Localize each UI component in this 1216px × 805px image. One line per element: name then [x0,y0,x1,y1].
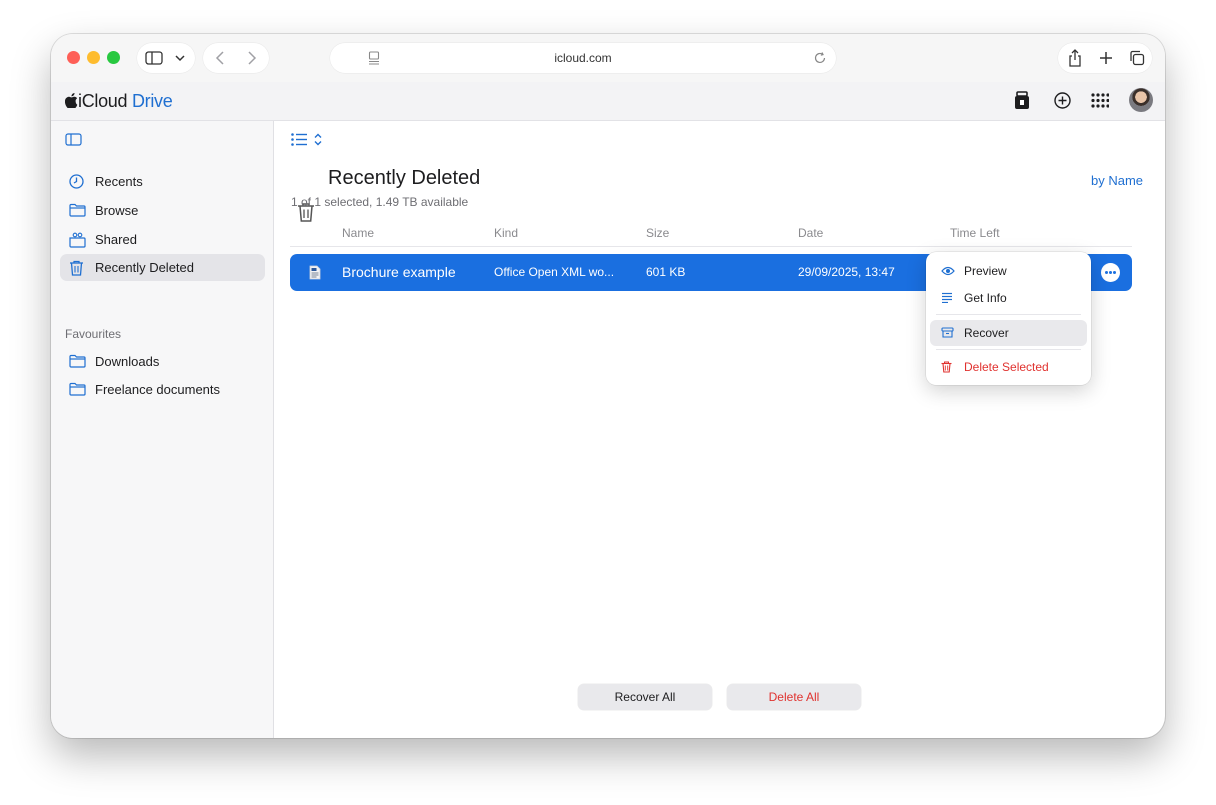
zoom-window-button[interactable] [107,51,120,64]
ellipsis-dot [1105,271,1108,274]
selection-status: 1 of 1 selected, 1.49 TB available [291,195,469,209]
menu-item-label: Delete Selected [964,360,1049,374]
sidebar-item-label: Shared [95,232,137,247]
sidebar-item-recently-deleted[interactable]: Recently Deleted [60,254,265,281]
folder-icon [69,354,86,368]
ellipsis-dot [1109,271,1112,274]
ellipsis-dot [1113,271,1116,274]
column-header-name[interactable]: Name [342,226,374,240]
sidebar-item-downloads[interactable]: Downloads [60,348,265,375]
row-date: 29/09/2025, 13:47 [798,265,895,279]
share-icon[interactable] [1068,49,1082,67]
sidebar-item-recents[interactable]: Recents [60,168,265,195]
main-content: Recently Deleted 1 of 1 selected, 1.49 T… [274,121,1165,738]
address-text: icloud.com [554,51,612,65]
close-window-button[interactable] [67,51,80,64]
forward-arrow-icon[interactable] [247,51,257,65]
column-header-size[interactable]: Size [646,226,669,240]
new-tab-icon[interactable] [1099,51,1113,65]
brand-drive: Drive [131,91,173,111]
list-view-icon [291,133,307,146]
eye-icon [941,266,955,276]
trash-icon [941,361,952,373]
address-bar[interactable]: icloud.com [330,43,836,73]
menu-item-delete-selected[interactable]: Delete Selected [930,354,1087,380]
document-icon [309,265,321,280]
tab-overview-icon[interactable] [1129,50,1145,66]
menu-item-preview[interactable]: Preview [930,258,1087,284]
app-grid-icon[interactable] [1091,93,1109,108]
context-menu: Preview Get Info Recover Delete Selected [926,252,1091,385]
sidebar-item-label: Downloads [95,354,160,369]
app-header: iCloud Drive [51,82,1165,121]
brand-icloud: iCloud [78,91,128,111]
sidebar-toggle-group[interactable] [137,43,195,73]
sidebar-icon[interactable] [145,51,163,65]
navigation-group [203,43,269,73]
avatar[interactable] [1129,88,1153,112]
recover-all-button[interactable]: Recover All [578,684,712,710]
browser-toolbar: icloud.com [51,34,1165,82]
menu-item-recover[interactable]: Recover [930,320,1087,346]
trash-icon [70,260,83,276]
sidebar-collapse-icon[interactable] [65,133,82,146]
info-lines-icon [942,292,952,303]
minimize-window-button[interactable] [87,51,100,64]
chevron-down-icon[interactable] [175,54,185,62]
sidebar-item-shared[interactable]: Shared [60,226,265,253]
sidebar-item-label: Freelance documents [95,382,221,397]
apple-logo-icon [64,93,78,109]
storage-icon[interactable] [1014,91,1030,110]
row-size: 601 KB [646,265,686,279]
browser-window: icloud.com iCloud Drive Recents Browse S… [51,34,1165,738]
delete-all-button[interactable]: Delete All [727,684,861,710]
reload-icon[interactable] [814,52,826,64]
column-header-time-left[interactable]: Time Left [950,226,1000,240]
sidebar-item-label: Recents [95,174,143,189]
page-title: Recently Deleted [328,167,481,189]
recover-box-icon [941,327,954,338]
menu-divider [936,349,1081,350]
sort-by-button[interactable]: by Name [1091,173,1143,188]
sort-arrows-icon [314,133,322,146]
favourites-heading: Favourites [65,327,122,341]
sidebar-item-browse[interactable]: Browse [60,197,265,224]
row-kind: Office Open XML wo... [494,265,615,279]
column-header-date[interactable]: Date [798,226,823,240]
app-logo[interactable]: iCloud Drive [64,91,173,112]
row-name: Brochure example [342,264,456,280]
view-options-button[interactable] [291,132,325,148]
window-actions-group [1058,43,1152,73]
folder-icon [69,203,86,217]
clock-icon [69,174,84,189]
add-circle-icon[interactable] [1054,92,1071,109]
menu-item-label: Recover [964,326,1009,340]
header-divider [290,246,1132,247]
menu-item-label: Preview [964,264,1007,278]
folder-icon [69,382,86,396]
more-options-button[interactable] [1101,263,1120,282]
column-header-kind[interactable]: Kind [494,226,518,240]
sidebar-item-label: Browse [95,203,139,218]
menu-divider [936,314,1081,315]
back-arrow-icon[interactable] [215,51,225,65]
menu-item-get-info[interactable]: Get Info [930,285,1087,311]
sidebar-item-label: Recently Deleted [95,260,194,275]
shared-folder-icon [69,232,86,248]
menu-item-label: Get Info [964,291,1007,305]
sidebar: Recents Browse Shared Recently Deleted F… [51,121,274,738]
sidebar-item-freelance-documents[interactable]: Freelance documents [60,376,265,403]
